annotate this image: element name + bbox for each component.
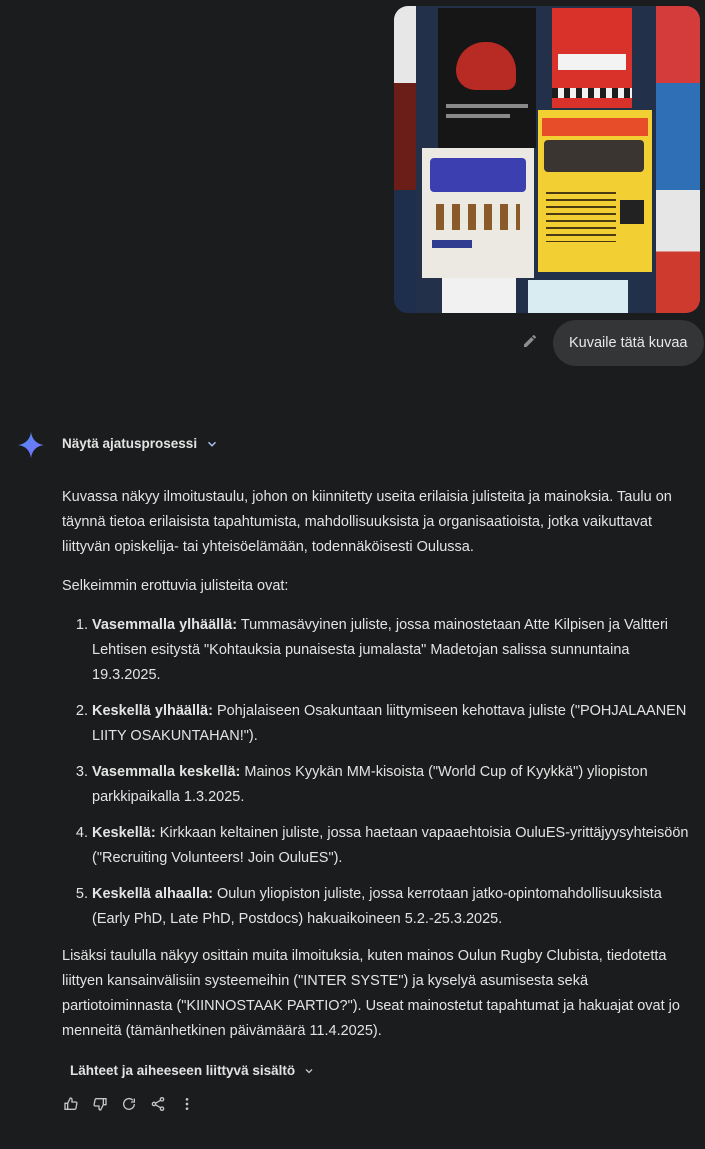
edit-icon[interactable] [522,333,540,351]
sources-label: Lähteet ja aiheeseen liittyvä sisältö [70,1063,296,1078]
poster-osakunta [552,8,632,108]
chevron-down-icon [208,441,217,447]
poster-list: Vasemmalla ylhäällä: Tummasävyinen julis… [62,613,702,932]
thumb-down-icon[interactable] [91,1095,109,1113]
response-outro: Lisäksi taululla näkyy osittain muita il… [62,948,680,1039]
sources-toggle[interactable]: Lähteet ja aiheeseen liittyvä sisältö [70,1063,315,1078]
user-message-text: Kuvaile tätä kuvaa [569,335,688,351]
thumb-up-icon[interactable] [62,1095,80,1113]
list-item: Keskellä alhaalla: Oulun yliopiston juli… [92,882,702,932]
poster-concert [438,8,536,148]
show-thinking-label: Näytä ajatusprosessi [62,436,198,451]
response-body: Kuvassa näkyy ilmoitustaulu, johon on ki… [62,485,702,1058]
list-item: Vasemmalla ylhäällä: Tummasävyinen julis… [92,613,702,688]
share-icon[interactable] [149,1095,167,1113]
uploaded-image[interactable] [394,6,700,313]
gemini-spark-icon [18,432,44,458]
chevron-down-icon [305,1068,313,1073]
show-thinking-toggle[interactable]: Näytä ajatusprosessi [62,436,219,451]
list-item: Vasemmalla keskellä: Mainos Kyykän MM-ki… [92,760,702,810]
response-list-heading: Selkeimmin erottuvia julisteita ovat: [62,578,289,594]
poster-volunteers [538,110,652,272]
poster-kyykka [422,148,534,278]
user-message-bubble: Kuvaile tätä kuvaa [553,320,704,366]
poster-left-edge [394,6,416,313]
poster-right-edge [656,6,700,313]
list-item: Keskellä ylhäällä: Pohjalaiseen Osakunta… [92,699,702,749]
list-item: Keskellä: Kirkkaan keltainen juliste, jo… [92,821,702,871]
poster-phd [528,280,628,313]
response-intro: Kuvassa näkyy ilmoitustaulu, johon on ki… [62,489,672,555]
regenerate-icon[interactable] [120,1095,138,1113]
poster-note [442,278,516,313]
more-vert-icon[interactable] [178,1095,196,1113]
response-actions [62,1095,207,1113]
